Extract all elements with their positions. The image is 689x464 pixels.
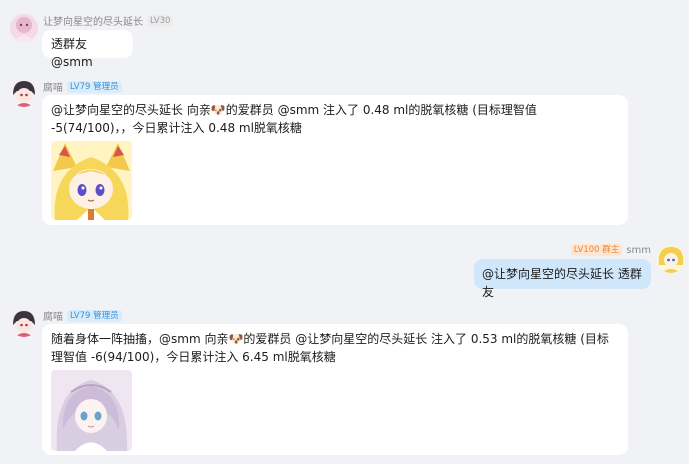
level-badge: LV30 [147, 14, 174, 27]
message-text: 透群友@smm [51, 37, 93, 69]
sender-name[interactable]: 腐喵 [43, 79, 63, 94]
message-bubble[interactable]: 随着身体一阵抽搐，@smm 向亲🐶的爱群员 @让梦向星空的尽头延长 注入了 0.… [42, 324, 628, 455]
avatar[interactable] [657, 245, 685, 273]
role-badge: LV100 群主 [570, 244, 623, 256]
chat-window: 让梦向星空的尽头延长 LV30 透群友@smm 腐喵 LV79 管理员 @让梦向… [0, 0, 689, 464]
sender-name[interactable]: 让梦向星空的尽头延长 [43, 13, 143, 28]
message-bubble[interactable]: 透群友@smm [42, 30, 133, 69]
message-text: 随着身体一阵抽搐，@smm 向亲🐶的爱群员 @让梦向星空的尽头延长 注入了 0.… [51, 332, 609, 364]
message-bubble[interactable]: @让梦向星空的尽头延长 向亲🐶的爱群员 @smm 注入了 0.48 ml的脱氧核… [42, 95, 628, 225]
message-text: @让梦向星空的尽头延长 透群友 [482, 267, 642, 299]
avatar[interactable] [10, 79, 38, 107]
sender-name[interactable]: smm [626, 245, 651, 256]
role-badge: LV79 管理员 [67, 309, 122, 322]
message-text: @让梦向星空的尽头延长 向亲🐶的爱群员 @smm 注入了 0.48 ml的脱氧核… [51, 103, 537, 135]
sticker-image[interactable] [51, 370, 132, 451]
message-bubble[interactable]: @让梦向星空的尽头延长 透群友 [474, 259, 651, 299]
sticker-image[interactable] [51, 141, 132, 220]
role-badge: LV79 管理员 [67, 80, 122, 93]
avatar[interactable] [10, 14, 38, 42]
sender-name[interactable]: 腐喵 [43, 308, 63, 323]
avatar[interactable] [10, 309, 38, 337]
